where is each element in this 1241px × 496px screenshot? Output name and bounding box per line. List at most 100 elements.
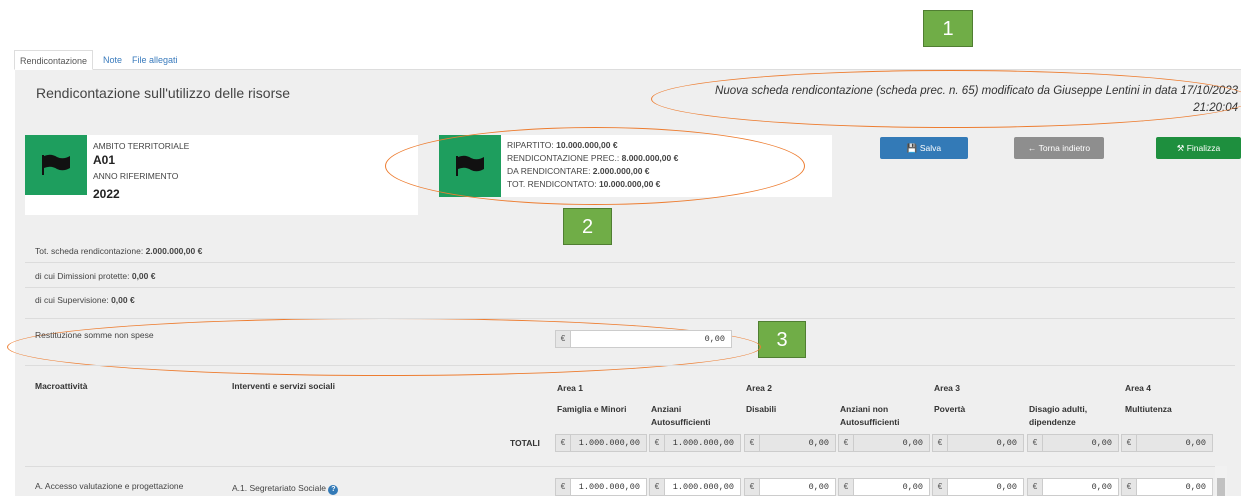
row1-input[interactable]: 1.000.000,00 bbox=[571, 478, 647, 496]
euro-addon: € bbox=[649, 478, 665, 496]
euro-addon: € bbox=[744, 434, 760, 452]
col-macroattivita: Macroattività bbox=[35, 381, 88, 391]
annotation-badge-3: 3 bbox=[758, 321, 806, 358]
totali-row-cell: €0,00 bbox=[744, 434, 836, 452]
euro-addon: € bbox=[555, 434, 571, 452]
dimissioni-row: di cui Dimissioni protette: 0,00 € bbox=[35, 271, 155, 281]
finalize-button[interactable]: ⚒ Finalizza bbox=[1156, 137, 1241, 159]
row1-input[interactable]: 0,00 bbox=[1043, 478, 1119, 496]
euro-addon: € bbox=[932, 434, 948, 452]
page-title: Rendicontazione sull'utilizzo delle riso… bbox=[36, 85, 291, 101]
subcol-anziani-non-autosufficienti: Anziani non Autosufficienti bbox=[840, 404, 900, 427]
scrollbar-thumb[interactable] bbox=[1217, 478, 1225, 496]
dimissioni-label: di cui Dimissioni protette: bbox=[35, 271, 132, 281]
totali-row-cell: €0,00 bbox=[1121, 434, 1213, 452]
row1-input[interactable]: 0,00 bbox=[948, 478, 1024, 496]
area-3-header: Area 3 bbox=[934, 383, 960, 393]
flag-icon bbox=[42, 154, 70, 175]
row1-cell: €1.000.000,00 bbox=[649, 478, 741, 496]
totali-row-input: 1.000.000,00 bbox=[665, 434, 741, 452]
row1-cell: €0,00 bbox=[932, 478, 1024, 496]
restituzione-input[interactable]: 0,00 bbox=[571, 330, 732, 348]
row1-input[interactable]: 0,00 bbox=[760, 478, 836, 496]
row1-cell: €1.000.000,00 bbox=[555, 478, 647, 496]
totali-label: TOTALI bbox=[510, 438, 540, 448]
euro-addon: € bbox=[1027, 434, 1043, 452]
divider bbox=[25, 365, 1235, 366]
scrollbar[interactable] bbox=[1215, 466, 1227, 496]
row1-intervento: A.1. Segretariato Sociale ? bbox=[232, 483, 339, 495]
totali-row-cell: €0,00 bbox=[1027, 434, 1119, 452]
divider bbox=[25, 466, 1220, 467]
save-button[interactable]: 💾 Salva bbox=[880, 137, 968, 159]
row1-input[interactable]: 0,00 bbox=[1137, 478, 1213, 496]
subcol-famiglia-minori: Famiglia e Minori bbox=[557, 404, 627, 414]
ambito-value: A01 bbox=[93, 153, 116, 167]
divider bbox=[25, 287, 1235, 288]
totali-row-cell: €1.000.000,00 bbox=[555, 434, 647, 452]
subcol-anziani-autosufficienti: Anziani Autosufficienti bbox=[651, 404, 711, 427]
euro-addon: € bbox=[1027, 478, 1043, 496]
totali-row-input: 0,00 bbox=[854, 434, 930, 452]
euro-addon: € bbox=[838, 478, 854, 496]
annotation-ellipse-1 bbox=[651, 70, 1241, 128]
tab-bar: Rendicontazione Note File allegati bbox=[14, 50, 1241, 70]
totali-row-input: 0,00 bbox=[760, 434, 836, 452]
row1-input[interactable]: 1.000.000,00 bbox=[665, 478, 741, 496]
tab-rendicontazione[interactable]: Rendicontazione bbox=[14, 50, 94, 70]
tot-scheda-row: Tot. scheda rendicontazione: 2.000.000,0… bbox=[35, 246, 202, 256]
euro-addon: € bbox=[932, 478, 948, 496]
anno-label: ANNO RIFERIMENTO bbox=[93, 171, 179, 181]
restituzione-input-group: € 0,00 bbox=[555, 330, 732, 348]
anno-value: 2022 bbox=[93, 187, 120, 201]
divider bbox=[25, 262, 1235, 263]
back-button[interactable]: ← Torna indietro bbox=[1014, 137, 1104, 159]
restituzione-label: Restituzione somme non spese bbox=[35, 330, 154, 340]
arrow-left-icon: ← bbox=[1027, 143, 1037, 153]
area-4-header: Area 4 bbox=[1125, 383, 1151, 393]
row1-cell: €0,00 bbox=[838, 478, 930, 496]
totali-row-cell: €1.000.000,00 bbox=[649, 434, 741, 452]
totali-row-input: 0,00 bbox=[1137, 434, 1213, 452]
totali-row-cell: €0,00 bbox=[932, 434, 1024, 452]
supervisione-label: di cui Supervisione: bbox=[35, 295, 112, 305]
tot-scheda-value: 2.000.000,00 € bbox=[145, 246, 203, 256]
info-icon[interactable]: ? bbox=[328, 485, 339, 495]
row1-cell: €0,00 bbox=[744, 478, 836, 496]
tot-scheda-label: Tot. scheda rendicontazione: bbox=[35, 246, 146, 256]
tab-file-allegati[interactable]: File allegati bbox=[127, 50, 183, 70]
supervisione-value: 0,00 € bbox=[111, 295, 135, 305]
totali-row-cell: €0,00 bbox=[838, 434, 930, 452]
subcol-disagio-adulti: Disagio adulti, dipendenze bbox=[1029, 404, 1088, 427]
euro-addon: € bbox=[1121, 478, 1137, 496]
row1-input[interactable]: 0,00 bbox=[854, 478, 930, 496]
euro-addon: € bbox=[838, 434, 854, 452]
divider bbox=[25, 318, 1235, 319]
col-interventi: Interventi e servizi sociali bbox=[232, 381, 335, 391]
finalize-label: Finalizza bbox=[1186, 143, 1221, 153]
euro-addon: € bbox=[1121, 434, 1137, 452]
euro-addon: € bbox=[649, 434, 665, 452]
euro-addon: € bbox=[744, 478, 760, 496]
row1-cell: €0,00 bbox=[1121, 478, 1213, 496]
dimissioni-value: 0,00 € bbox=[131, 271, 156, 281]
back-label: Torna indietro bbox=[1038, 143, 1091, 153]
area-1-header: Area 1 bbox=[557, 383, 583, 393]
subcol-multiutenza: Multiutenza bbox=[1125, 404, 1172, 414]
row1-intervento-label: A.1. Segretariato Sociale bbox=[232, 483, 327, 493]
area-2-header: Area 2 bbox=[746, 383, 772, 393]
supervisione-row: di cui Supervisione: 0,00 € bbox=[35, 295, 135, 305]
subcol-disabili: Disabili bbox=[746, 404, 777, 414]
euro-addon: € bbox=[555, 478, 571, 496]
ambito-flag-box bbox=[25, 135, 87, 195]
totali-row-input: 0,00 bbox=[948, 434, 1024, 452]
annotation-badge-1: 1 bbox=[923, 10, 973, 47]
save-label: Salva bbox=[919, 143, 942, 153]
subcol-poverta: Povertà bbox=[934, 404, 966, 414]
annotation-ellipse-2 bbox=[385, 127, 805, 205]
row1-macroattivita: A. Accesso valutazione e progettazione bbox=[35, 481, 184, 491]
save-icon: 💾 bbox=[906, 143, 918, 153]
totali-row-input: 1.000.000,00 bbox=[571, 434, 647, 452]
euro-addon: € bbox=[555, 330, 571, 348]
tab-note[interactable]: Note bbox=[98, 50, 127, 70]
